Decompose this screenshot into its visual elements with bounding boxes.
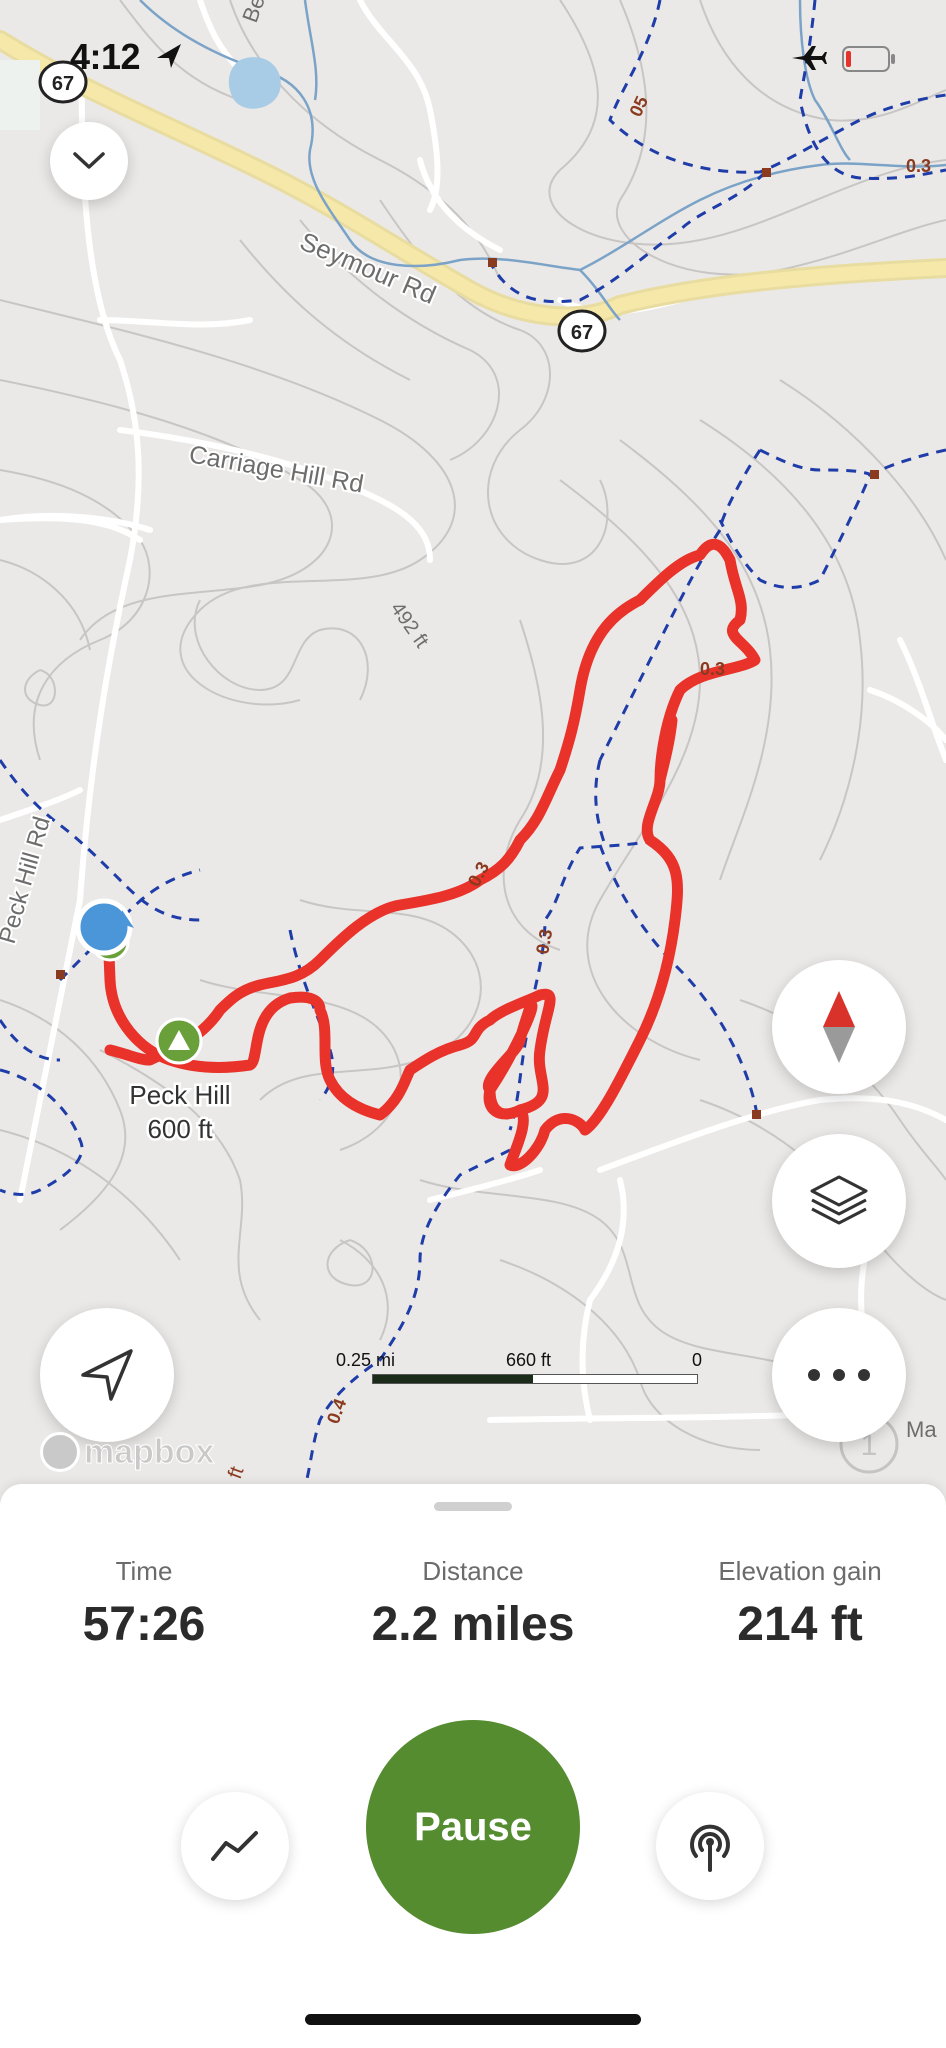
stat-elevation-value: 214 ft: [737, 1598, 863, 1651]
peak-elevation: 600 ft: [147, 1114, 213, 1144]
stat-elevation: Elevation gain 214 ft: [680, 1556, 920, 1652]
beacon-button[interactable]: [656, 1792, 764, 1900]
mapbox-logo: mapbox: [40, 1430, 215, 1474]
scale-label-middle: 660 ft: [506, 1350, 552, 1370]
beacon-icon: [690, 1824, 730, 1872]
trail-distance-label: 0.3: [906, 156, 931, 176]
compass-icon: [823, 991, 855, 1063]
map-view[interactable]: 67 67 Seymour Rd Carriage Hill Rd Peck H…: [0, 0, 946, 1500]
chevron-down-icon: [73, 152, 105, 169]
stat-time-label: Time: [115, 1556, 173, 1586]
stat-distance-value: 2.2 miles: [371, 1598, 575, 1651]
pond: [228, 57, 281, 109]
airplane-icon: [792, 46, 827, 70]
collapse-button[interactable]: [50, 122, 128, 200]
more-icon: [808, 1369, 870, 1381]
trail-distance-label: 0.3: [700, 659, 725, 679]
locate-me-button[interactable]: [40, 1308, 174, 1442]
pause-button[interactable]: Pause: [366, 1720, 580, 1934]
stat-distance: Distance 2.2 miles: [323, 1556, 623, 1652]
home-indicator[interactable]: [305, 2014, 641, 2025]
navigation-arrow-icon: [81, 1349, 133, 1401]
stats-chart-button[interactable]: [181, 1792, 289, 1900]
park-area: [0, 60, 40, 130]
mapbox-icon: [40, 1432, 80, 1472]
location-arrow-icon: [157, 44, 181, 68]
route-67-shield-2: 67: [557, 309, 607, 353]
scale-bar: [372, 1374, 698, 1384]
stat-time-value: 57:26: [82, 1598, 206, 1651]
more-options-button[interactable]: [772, 1308, 906, 1442]
mapbox-wordmark: mapbox: [83, 1432, 215, 1471]
road-label-partial-2: Ma: [906, 1417, 937, 1442]
scale-label-left: 0.25 mi: [336, 1350, 396, 1370]
layers-icon: [810, 1175, 868, 1225]
status-time: 4:12: [70, 36, 141, 77]
recording-panel: Time 57:26 Distance 2.2 miles Elevation …: [0, 1484, 946, 2048]
chart-icon: [211, 1831, 258, 1861]
peak-name: Peck Hill: [129, 1080, 230, 1110]
compass-button[interactable]: [772, 960, 906, 1094]
battery-low-icon: [842, 46, 895, 72]
peak-marker[interactable]: [155, 1017, 203, 1065]
layers-button[interactable]: [772, 1134, 906, 1268]
trail-distance-label: 0.3: [532, 928, 556, 956]
scale-label-right: 0: [692, 1350, 703, 1370]
route-67-label-2: 67: [571, 322, 593, 344]
map-scale: 0.25 mi 660 ft 0: [336, 1350, 706, 1390]
stat-elevation-label: Elevation gain: [718, 1556, 882, 1586]
stat-distance-label: Distance: [422, 1556, 524, 1586]
stat-time: Time 57:26: [44, 1556, 244, 1652]
sheet-handle[interactable]: [434, 1502, 512, 1511]
